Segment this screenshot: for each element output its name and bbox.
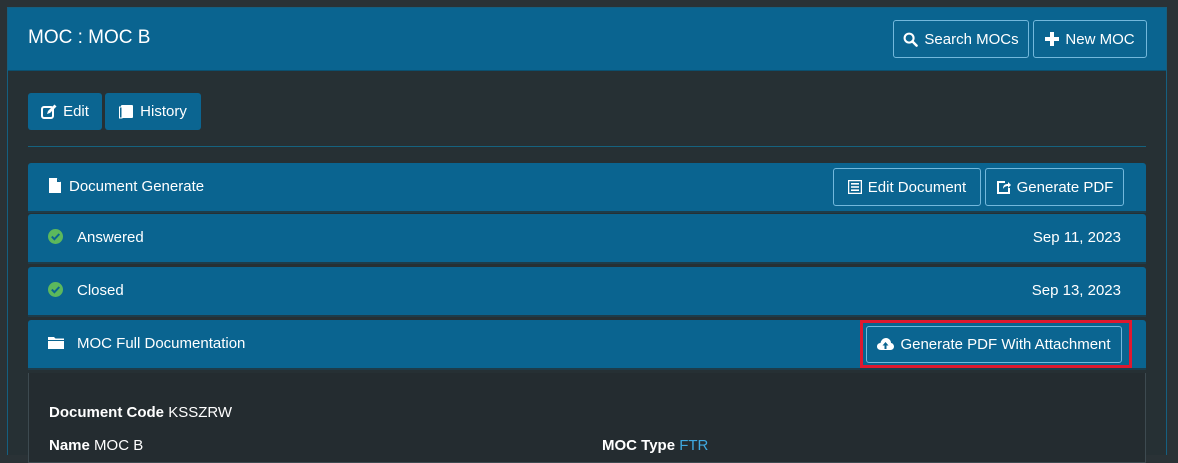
section-divider (28, 146, 1146, 147)
document-code-value: KSSZRW (168, 404, 233, 421)
full-documentation-label: MOC Full Documentation (77, 335, 246, 352)
name-label: Name (49, 437, 90, 454)
moc-type-label: MOC Type (602, 437, 676, 454)
document-code-field: Document Code KSSZRW (49, 404, 232, 421)
moc-type-link[interactable]: FTR (679, 437, 708, 454)
check-circle-icon (48, 282, 63, 302)
search-mocs-label: Search MOCs (924, 30, 1019, 48)
moc-panel: MOC : MOC B Search MOCs New MOC Edit His… (7, 7, 1167, 463)
edit-label: Edit (63, 103, 89, 120)
edit-icon (41, 104, 57, 120)
new-moc-label: New MOC (1065, 30, 1135, 48)
answered-row: Answered Sep 11, 2023 (28, 214, 1146, 264)
closed-row: Closed Sep 13, 2023 (28, 267, 1146, 317)
answered-label: Answered (77, 229, 144, 246)
generate-pdf-label: Generate PDF (1016, 178, 1114, 196)
check-circle-icon (48, 229, 63, 249)
panel-header: MOC : MOC B Search MOCs New MOC (8, 8, 1166, 71)
edit-document-button[interactable]: Edit Document (833, 168, 981, 206)
document-code-label: Document Code (49, 404, 165, 421)
list-icon (847, 180, 862, 194)
history-button[interactable]: History (105, 93, 201, 130)
closed-date: Sep 13, 2023 (1031, 282, 1121, 299)
highlight-box (860, 320, 1132, 368)
folder-icon (48, 336, 64, 354)
search-icon (903, 32, 919, 47)
name-value: MOC B (94, 437, 144, 454)
file-icon (49, 178, 61, 198)
generate-pdf-button[interactable]: Generate PDF (985, 168, 1124, 206)
document-generate-row: Document Generate Edit Document Generate… (28, 163, 1146, 213)
page-title: MOC : MOC B (28, 27, 151, 48)
plus-icon (1045, 32, 1060, 46)
export-icon (996, 180, 1011, 195)
history-label: History (140, 103, 187, 120)
moc-type-field: MOC Type FTR (602, 437, 708, 454)
new-moc-button[interactable]: New MOC (1033, 20, 1147, 58)
edit-document-label: Edit Document (867, 178, 967, 196)
search-mocs-button[interactable]: Search MOCs (893, 20, 1029, 58)
closed-label: Closed (77, 282, 124, 299)
answered-date: Sep 11, 2023 (1032, 229, 1121, 246)
edit-button[interactable]: Edit (28, 93, 102, 130)
document-details: Document Code KSSZRW Name MOC B MOC Type… (28, 373, 1146, 463)
name-field: Name MOC B (49, 437, 143, 454)
book-icon (119, 104, 134, 119)
document-generate-label: Document Generate (69, 178, 205, 195)
